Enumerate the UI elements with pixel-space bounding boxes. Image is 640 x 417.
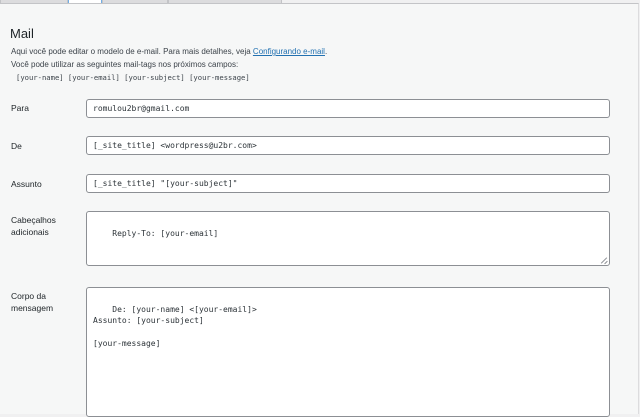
- description-text: Aqui você pode editar o modelo de e-mail…: [11, 47, 253, 56]
- subject-field[interactable]: [_site_title] "[your-subject]": [86, 174, 610, 193]
- message-body-label: Corpo da mensagem: [11, 290, 53, 314]
- section-description: Aqui você pode editar o modelo de e-mail…: [11, 47, 327, 56]
- additional-headers-label-line2: adicionais: [11, 227, 49, 237]
- mailtags-list: [your-name] [your-email] [your-subject] …: [16, 73, 250, 82]
- to-field[interactable]: romulou2br@gmail.com: [86, 99, 610, 118]
- additional-headers-textarea[interactable]: Reply-To: [your-email]: [86, 211, 610, 266]
- message-body-label-line1: Corpo da: [11, 291, 46, 301]
- additional-headers-label: Cabeçalhos adicionais: [11, 214, 56, 238]
- message-body-label-line2: mensagem: [11, 303, 54, 313]
- additional-headers-value: Reply-To: [your-email]: [112, 228, 219, 238]
- section-title: Mail: [10, 26, 34, 41]
- resize-handle-icon[interactable]: [601, 257, 607, 263]
- mailtags-intro: Você pode utilizar as seguintes mail-tag…: [11, 60, 239, 69]
- from-field[interactable]: [_site_title] <wordpress@u2br.com>: [86, 136, 610, 155]
- message-body-textarea[interactable]: De: [your-name] <[your-email]> Assunto: …: [86, 287, 610, 417]
- additional-headers-label-line1: Cabeçalhos: [11, 215, 56, 225]
- mail-panel: Mail Aqui você pode editar o modelo de e…: [0, 3, 639, 417]
- subject-label: Assunto: [11, 179, 42, 189]
- to-label: Para: [11, 103, 29, 113]
- from-label: De: [11, 141, 22, 151]
- configuring-email-link[interactable]: Configurando e-mail: [253, 47, 325, 56]
- description-suffix: .: [324, 47, 328, 56]
- message-body-value: De: [your-name] <[your-email]> Assunto: …: [93, 304, 257, 349]
